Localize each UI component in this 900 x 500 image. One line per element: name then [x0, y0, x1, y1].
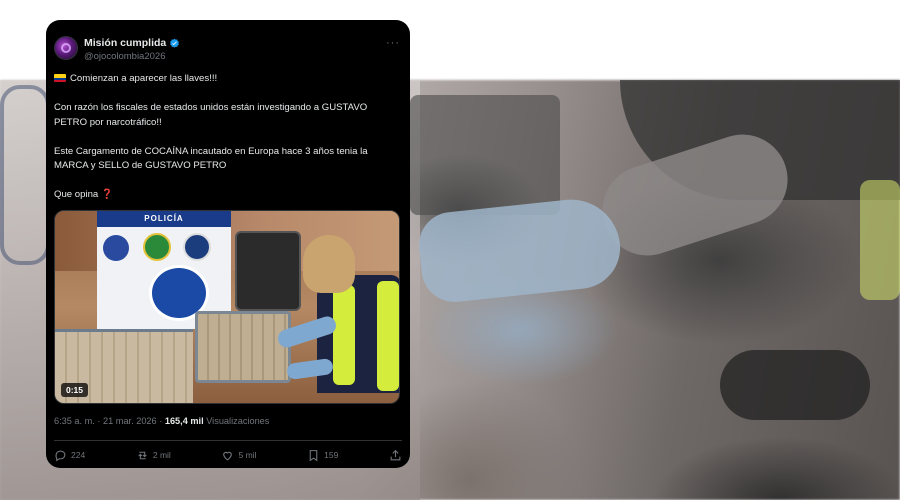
tweet-line-1-text: Comienzan a aparecer las llaves!!!	[70, 73, 218, 84]
share-button[interactable]	[389, 449, 402, 462]
reply-count: 224	[71, 450, 86, 460]
like-button[interactable]: 5 mil	[221, 449, 256, 462]
open-suitcase	[235, 231, 301, 311]
question-mark-icon: ❓	[100, 189, 113, 200]
author-handle[interactable]: @ojocolombia2026	[84, 51, 165, 62]
avatar-logo-icon	[61, 43, 71, 53]
background-shoe	[720, 350, 870, 420]
reply-button[interactable]: 224	[54, 449, 85, 462]
reply-icon	[55, 450, 66, 461]
video-duration: 0:15	[61, 383, 89, 397]
tweet-card: Misión cumplida @ojocolombia2026 ··· Com…	[46, 20, 410, 468]
tweet-line-3: Este Cargamento de COCAÍNA incautado en …	[54, 145, 368, 172]
views-count: 165,4 mil	[164, 416, 204, 426]
author-display-name[interactable]: Misión cumplida	[84, 37, 166, 49]
colombia-police-seal-icon	[143, 233, 171, 261]
tweet-line-4-text: Que opina	[54, 189, 99, 200]
tweet-line-1: Comienzan a aparecer las llaves!!!	[54, 72, 402, 87]
author-name-row: Misión cumplida	[84, 37, 180, 49]
bookmark-icon	[309, 449, 318, 461]
repost-button[interactable]: 2 mil	[136, 449, 171, 462]
repost-count: 2 mil	[152, 450, 171, 460]
more-horizontal-icon[interactable]: ···	[386, 38, 400, 49]
share-icon	[390, 449, 401, 460]
homeland-security-seal-icon	[183, 233, 211, 261]
background-emblem-outline	[0, 85, 50, 265]
like-count: 5 mil	[238, 450, 257, 460]
bookmark-button[interactable]: 159	[307, 449, 338, 462]
bookmark-count: 159	[324, 450, 339, 460]
views-label: Visualizaciones	[206, 416, 270, 426]
cocaine-packages-right	[195, 311, 291, 383]
officer-head	[303, 235, 355, 293]
repost-icon	[138, 451, 147, 459]
tweet-video[interactable]: POLICÍA 0:15	[54, 210, 400, 404]
tweet-meta: 6:35 a. m. · 21 mar. 2026 · 165,4 mil Vi…	[54, 416, 269, 426]
tweet-actions: 224 2 mil 5 mil 159	[54, 447, 402, 463]
verified-badge-icon	[170, 38, 180, 48]
officer-vest	[333, 285, 355, 385]
tweet-header: Misión cumplida @ojocolombia2026 ···	[54, 36, 402, 68]
tweet-line-2: Con razón los fiscales de estados unidos…	[54, 102, 368, 128]
background-suitcase	[410, 95, 560, 215]
tweet-text: Comienzan a aparecer las llaves!!! Con r…	[54, 72, 402, 217]
background-vest	[860, 180, 900, 300]
avatar[interactable]	[54, 36, 78, 60]
heart-icon	[223, 451, 233, 460]
police-banner-text: POLICÍA	[97, 211, 231, 227]
police-seal-icon	[103, 235, 129, 261]
officer-vest-back	[377, 281, 399, 391]
tweet-timestamp[interactable]: 6:35 a. m. · 21 mar. 2026 ·	[54, 416, 162, 426]
colombia-flag-icon	[54, 74, 66, 82]
divider	[54, 440, 402, 441]
tweet-line-4: Que opina ❓	[54, 188, 402, 203]
